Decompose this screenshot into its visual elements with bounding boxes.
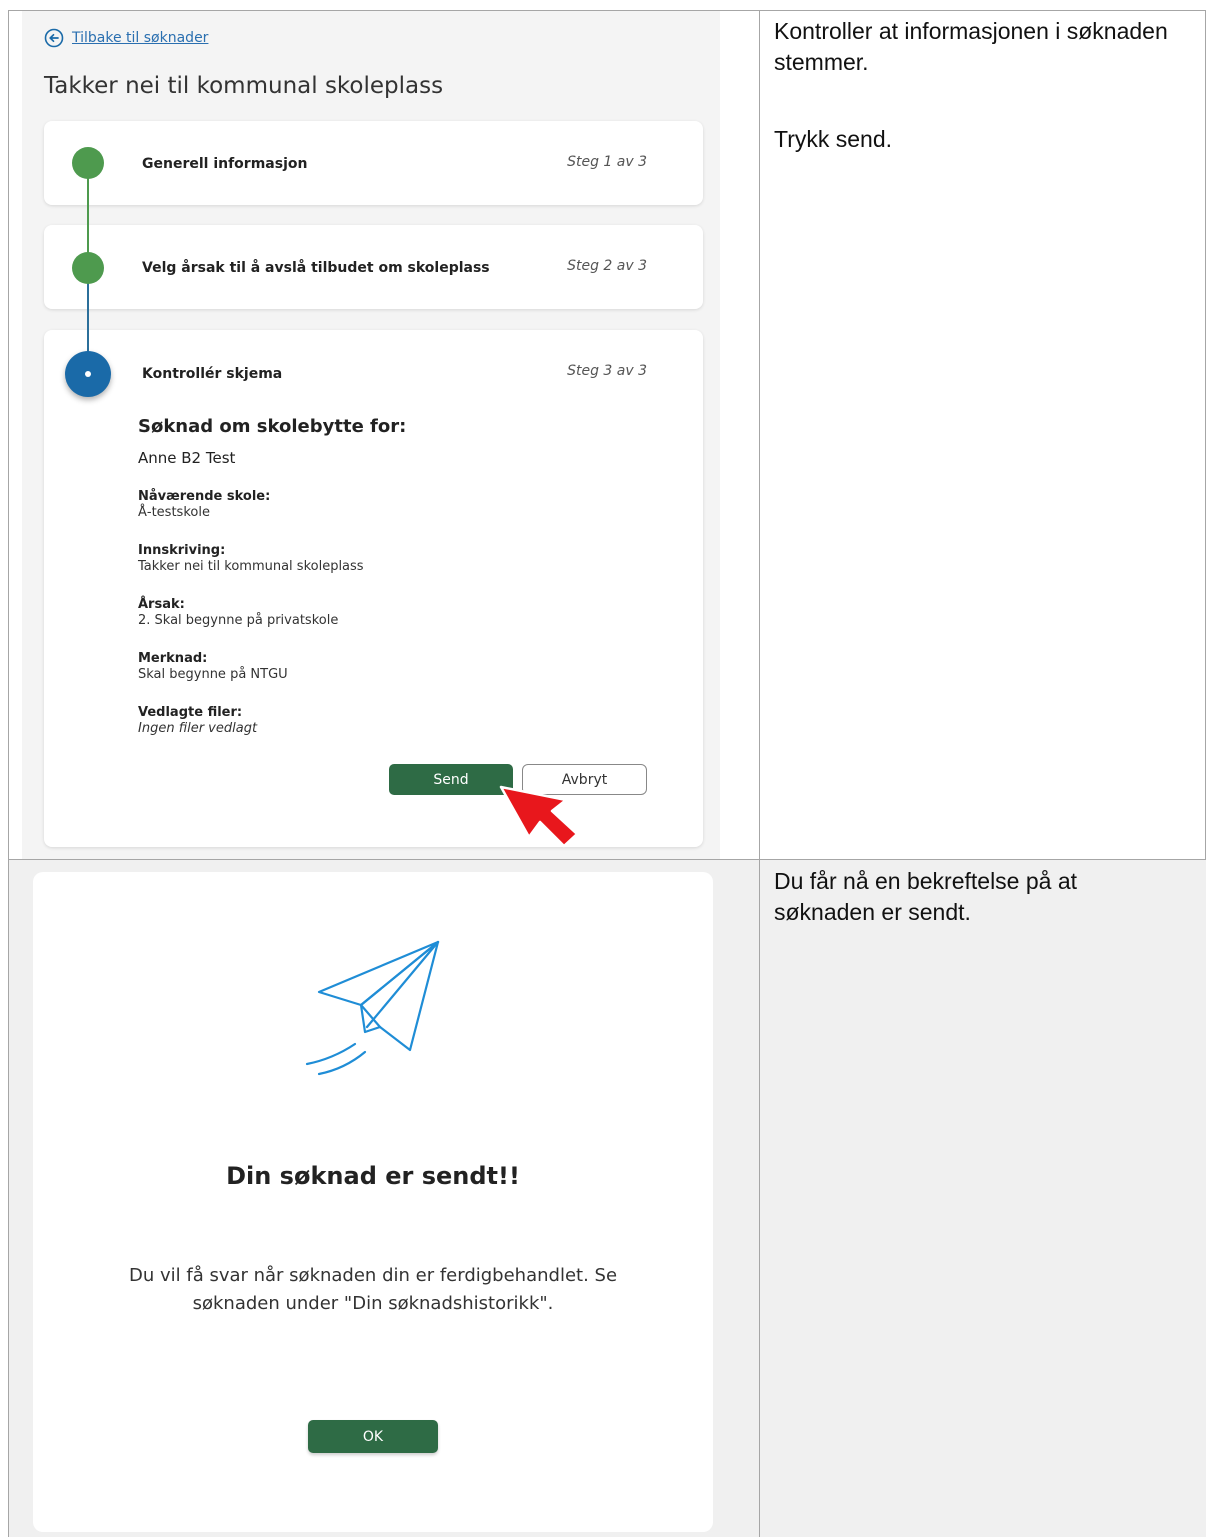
student-name: Anne B2 Test (138, 449, 236, 467)
field-attachments: Vedlagte filer: Ingen filer vedlagt (138, 705, 658, 737)
application-summary: Søknad om skolebytte for: Anne B2 Test N… (138, 416, 658, 759)
step-1-indicator (72, 147, 104, 179)
field-value: Skal begynne på NTGU (138, 667, 288, 682)
paper-plane-icon (305, 940, 440, 1076)
step-2-count: Steg 2 av 3 (567, 258, 647, 274)
lower-right-cell (760, 860, 1206, 1537)
step-2-title: Velg årsak til å avslå tilbudet om skole… (142, 260, 490, 276)
field-value: 2. Skal begynne på privatskole (138, 613, 339, 628)
confirmation-screenshot: Din søknad er sendt!! Du vil få svar når… (33, 872, 713, 1532)
field-label: Innskriving: (138, 543, 226, 558)
summary-heading: Søknad om skolebytte for: (138, 416, 407, 437)
instruction-check: Kontroller at informasjonen i søknaden s… (774, 18, 1168, 75)
instruction-confirmation: Du får nå en bekreftelse på at søknaden … (774, 868, 1078, 925)
field-reason: Årsak: 2. Skal begynne på privatskole (138, 597, 658, 629)
field-current-school: Nåværende skole: Å-testskole (138, 489, 658, 521)
pointer-arrow-icon (499, 785, 579, 848)
back-to-applications-link[interactable]: Tilbake til søknader (44, 28, 208, 48)
step-1-title: Generell informasjon (142, 156, 308, 172)
step-card-1[interactable]: Generell informasjon Steg 1 av 3 (44, 121, 703, 205)
back-link-label[interactable]: Tilbake til søknader (72, 30, 208, 46)
field-label: Årsak: (138, 597, 185, 612)
arrow-left-circle-icon (44, 28, 64, 48)
form-screenshot: Tilbake til søknader Takker nei til komm… (22, 11, 720, 859)
field-label: Vedlagte filer: (138, 705, 243, 720)
step-3-count: Steg 3 av 3 (567, 363, 647, 379)
step-card-2[interactable]: Velg årsak til å avslå tilbudet om skole… (44, 225, 703, 309)
row-divider (8, 859, 1206, 860)
field-value: Ingen filer vedlagt (138, 721, 258, 736)
confirmation-message: Du vil få svar når søknaden din er ferdi… (128, 1265, 618, 1314)
step-3-indicator (65, 351, 111, 397)
confirmation-title: Din søknad er sendt!! (226, 1162, 520, 1190)
step-connector (87, 177, 89, 255)
instruction-press-send: Trykk send. (774, 126, 893, 152)
step-3-title: Kontrollér skjema (142, 366, 283, 382)
field-value: Å-testskole (138, 505, 210, 520)
field-value: Takker nei til kommunal skoleplass (138, 559, 364, 574)
step-2-indicator (72, 252, 104, 284)
page-title: Takker nei til kommunal skoleplass (44, 73, 444, 99)
field-label: Nåværende skole: (138, 489, 271, 504)
ok-button[interactable]: OK (308, 1420, 438, 1453)
field-enrollment: Innskriving: Takker nei til kommunal sko… (138, 543, 658, 575)
field-label: Merknad: (138, 651, 208, 666)
step-1-count: Steg 1 av 3 (567, 154, 647, 170)
send-button[interactable]: Send (389, 764, 513, 795)
field-remark: Merknad: Skal begynne på NTGU (138, 651, 658, 683)
step-connector (87, 282, 89, 352)
column-divider (759, 10, 760, 1537)
